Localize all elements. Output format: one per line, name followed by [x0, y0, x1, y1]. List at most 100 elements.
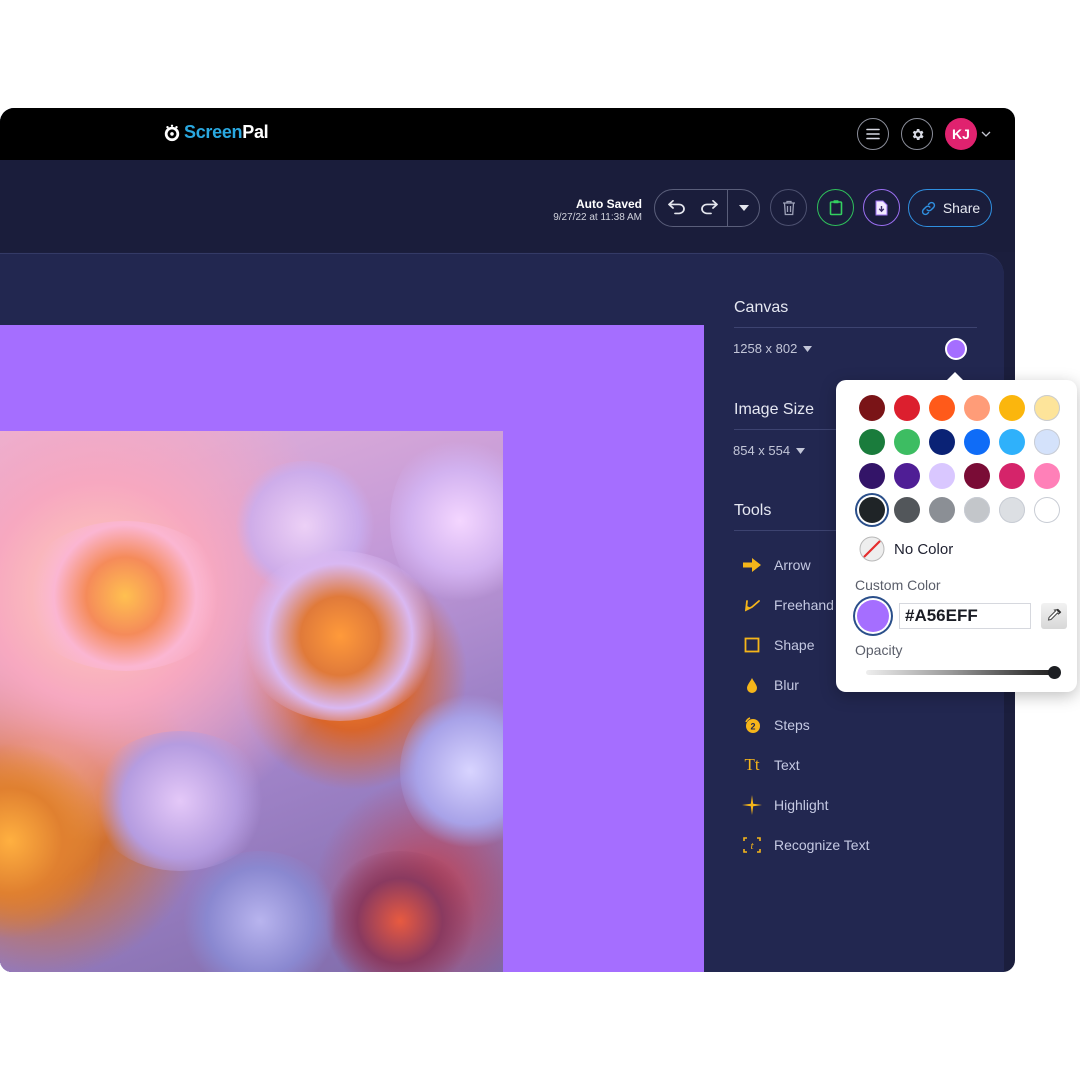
- screenpal-logo[interactable]: ScreenPal: [163, 122, 269, 143]
- delete-button[interactable]: [770, 189, 807, 226]
- caret-down-icon: [796, 447, 806, 454]
- avatar[interactable]: KJ: [945, 118, 977, 150]
- no-color-icon: [859, 536, 885, 562]
- arrow-right-icon: [741, 557, 763, 573]
- share-button[interactable]: Share: [908, 189, 992, 227]
- color-swatch[interactable]: [929, 429, 955, 455]
- color-swatch[interactable]: [929, 395, 955, 421]
- eyedropper-button[interactable]: [1041, 603, 1067, 629]
- color-swatch[interactable]: [894, 497, 920, 523]
- top-bar: ScreenPal KJ: [0, 108, 1015, 160]
- tools-section: Tools: [734, 502, 836, 531]
- tool-label: Blur: [774, 677, 799, 693]
- opacity-slider-thumb[interactable]: [1048, 666, 1061, 679]
- tool-label: Text: [774, 757, 800, 773]
- link-icon: [921, 201, 935, 215]
- photo-detail: [320, 851, 480, 972]
- custom-color-swatch[interactable]: [857, 600, 889, 632]
- opacity-label: Opacity: [855, 642, 903, 658]
- copy-to-clipboard-button[interactable]: [817, 189, 854, 226]
- color-swatch[interactable]: [1034, 463, 1060, 489]
- image-size-dropdown[interactable]: 854 x 554: [733, 443, 806, 458]
- canvas-size-dropdown[interactable]: 1258 x 802: [733, 341, 813, 356]
- autosave-status: Auto Saved 9/27/22 at 11:38 AM: [553, 197, 642, 223]
- color-swatch[interactable]: [859, 395, 885, 421]
- canvas-size-value: 1258 x 802: [733, 341, 798, 356]
- color-swatch[interactable]: [929, 497, 955, 523]
- color-swatch[interactable]: [859, 497, 885, 523]
- color-swatch[interactable]: [894, 429, 920, 455]
- caret-down-icon: [738, 205, 749, 211]
- logo-text-screen: Screen: [184, 122, 243, 142]
- download-button[interactable]: [863, 189, 900, 226]
- tool-label: Arrow: [774, 557, 811, 573]
- image-layer[interactable]: [0, 431, 503, 972]
- undo-redo-group: [654, 189, 760, 227]
- canvas-color-button[interactable]: [945, 338, 967, 360]
- autosave-title: Auto Saved: [575, 197, 642, 211]
- droplet-icon: [741, 677, 763, 694]
- canvas-divider: [734, 327, 977, 328]
- top-right-controls: KJ: [857, 118, 991, 150]
- color-swatch[interactable]: [999, 463, 1025, 489]
- redo-button[interactable]: [691, 200, 727, 216]
- redo-icon: [701, 200, 718, 215]
- tool-text[interactable]: Tt Text: [741, 745, 869, 785]
- tool-steps[interactable]: 2 Steps: [741, 705, 869, 745]
- download-file-icon: [875, 200, 888, 215]
- color-swatch[interactable]: [964, 497, 990, 523]
- menu-button[interactable]: [857, 118, 889, 150]
- color-swatch[interactable]: [964, 395, 990, 421]
- tools-title: Tools: [734, 502, 772, 519]
- color-swatch[interactable]: [1034, 497, 1060, 523]
- clipboard-icon: [829, 200, 842, 216]
- hamburger-menu-icon: [866, 128, 880, 140]
- settings-button[interactable]: [901, 118, 933, 150]
- color-swatch[interactable]: [859, 429, 885, 455]
- trash-icon: [782, 200, 795, 215]
- custom-color-label: Custom Color: [855, 577, 941, 593]
- color-swatch[interactable]: [964, 463, 990, 489]
- caret-down-icon: [803, 345, 813, 352]
- share-label: Share: [942, 200, 981, 216]
- history-dropdown-button[interactable]: [728, 205, 759, 211]
- chevron-down-icon: [981, 131, 991, 137]
- account-menu[interactable]: KJ: [945, 118, 991, 150]
- no-color-option[interactable]: No Color: [859, 536, 953, 562]
- no-color-label: No Color: [894, 540, 954, 558]
- svg-text:t: t: [750, 840, 754, 852]
- undo-button[interactable]: [655, 200, 691, 216]
- photo-detail: [400, 691, 503, 851]
- tool-highlight[interactable]: Highlight: [741, 785, 869, 825]
- color-swatch[interactable]: [1034, 395, 1060, 421]
- tool-label: Shape: [774, 637, 815, 653]
- color-swatch[interactable]: [894, 463, 920, 489]
- color-swatch[interactable]: [859, 463, 885, 489]
- editor-toolbar: Auto Saved 9/27/22 at 11:38 AM Share: [0, 160, 1015, 252]
- color-swatch[interactable]: [999, 429, 1025, 455]
- eyedropper-icon: [1047, 608, 1062, 621]
- color-swatch[interactable]: [1034, 429, 1060, 455]
- hex-color-input[interactable]: [899, 603, 1031, 629]
- image-size-divider: [734, 429, 836, 430]
- photo-detail: [180, 851, 340, 972]
- color-picker-popover: No Color Custom Color Opacity: [836, 372, 1077, 692]
- tool-label: Freehand: [774, 597, 834, 613]
- tool-label: Recognize Text: [774, 837, 870, 853]
- color-swatch-grid: [859, 395, 1060, 523]
- tool-recognize-text[interactable]: t Recognize Text: [741, 825, 869, 865]
- canvas-title: Canvas: [734, 299, 789, 316]
- color-swatch[interactable]: [999, 395, 1025, 421]
- autosave-time: 9/27/22 at 11:38 AM: [553, 212, 642, 223]
- logo-text-pal: Pal: [242, 122, 269, 142]
- custom-color-row: [857, 600, 1067, 632]
- color-swatch[interactable]: [929, 463, 955, 489]
- opacity-slider[interactable]: [866, 666, 1061, 679]
- square-shape-icon: [741, 637, 763, 653]
- photo-detail: [0, 721, 100, 961]
- color-swatch[interactable]: [894, 395, 920, 421]
- undo-icon: [668, 200, 685, 215]
- color-swatch[interactable]: [964, 429, 990, 455]
- color-swatch[interactable]: [999, 497, 1025, 523]
- logo-text: ScreenPal: [184, 122, 269, 143]
